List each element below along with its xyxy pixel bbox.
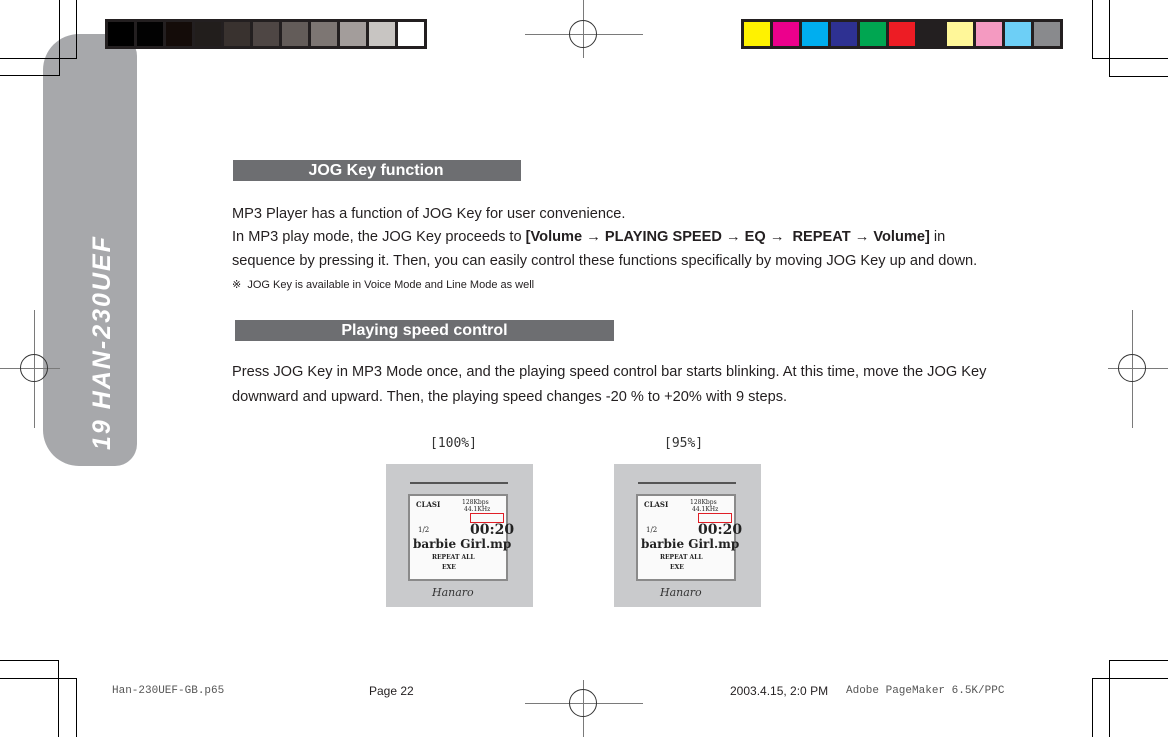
color-swatch-strip: [741, 19, 1063, 49]
brand-logo: Hanaro: [660, 586, 702, 599]
footer-application: Adobe PageMaker 6.5K/PPC: [846, 685, 1005, 697]
gray-swatch: [137, 22, 163, 46]
section-title: JOG Key function: [308, 162, 444, 179]
crop-mark: [76, 0, 77, 58]
device-header-strip: [638, 482, 736, 484]
gray-swatch: [108, 22, 134, 46]
color-swatch: [744, 22, 770, 46]
song-title: barbie Girl.mp: [641, 537, 740, 551]
crop-mark: [1109, 76, 1168, 77]
lcd-display: CLASI 128Kbps 44.1KHz 1/2 00:20 barbie G…: [636, 494, 742, 581]
sequence-item: Volume]: [873, 229, 930, 245]
footer-date: 2003.4.15, 2:0 PM: [730, 684, 829, 698]
gray-swatch: [166, 22, 192, 46]
lcd-display: CLASI 128Kbps 44.1KHz 1/2 00:20 barbie G…: [408, 494, 514, 581]
crop-mark: [59, 0, 60, 75]
track-label: 1/2: [418, 526, 430, 534]
mode-label: CLASI: [416, 500, 441, 509]
crop-mark: [0, 660, 59, 661]
page-number: 19: [88, 418, 116, 450]
gray-swatch: [253, 22, 279, 46]
eq-label: EXE: [670, 564, 684, 571]
arrow-icon: →: [769, 229, 785, 245]
speed-description-line: Press JOG Key in MP3 Mode once, and the …: [232, 364, 987, 380]
gray-swatch: [369, 22, 395, 46]
gray-swatch: [282, 22, 308, 46]
footer-page: Page 22: [369, 684, 414, 698]
footer-filename: Han-230UEF-GB.p65: [112, 685, 225, 697]
reference-mark-icon: ※: [232, 279, 242, 291]
song-title: barbie Girl.mp: [413, 537, 512, 551]
sequence-item: REPEAT: [792, 229, 851, 245]
jog-intro-line: MP3 Player has a function of JOG Key for…: [232, 206, 626, 222]
model-name: HAN-230UEF: [88, 235, 116, 410]
crop-mark: [58, 660, 59, 737]
crop-mark: [76, 678, 77, 737]
color-swatch: [802, 22, 828, 46]
side-tab-title: 19 HAN-230UEF: [88, 235, 117, 450]
speed-description-line: downward and upward. Then, the playing s…: [232, 389, 788, 405]
track-label: 1/2: [646, 526, 658, 534]
section-title: Playing speed control: [341, 322, 508, 339]
repeat-label: REPEAT ALL: [432, 554, 475, 561]
section-header-playing-speed: Playing speed control: [235, 320, 614, 341]
crop-mark: [1109, 660, 1110, 737]
crop-mark: [1092, 678, 1093, 737]
jog-description-line: sequence by pressing it. Then, you can e…: [232, 253, 978, 269]
jog-sequence-line: In MP3 play mode, the JOG Key proceeds t…: [232, 229, 946, 245]
grayscale-swatch-strip: [105, 19, 427, 49]
bitrate-label: 128Kbps: [462, 499, 489, 506]
section-header-jog-key: JOG Key function: [233, 160, 521, 181]
mode-label: CLASI: [644, 500, 669, 509]
crop-mark: [1092, 678, 1168, 679]
frequency-label: 44.1KHz: [464, 506, 491, 513]
time-label: 00:20: [698, 522, 743, 538]
gray-swatch: [398, 22, 424, 46]
jog-note: ※ JOG Key is available in Voice Mode and…: [232, 279, 535, 291]
color-swatch: [1005, 22, 1031, 46]
sequence-item: PLAYING SPEED: [604, 229, 722, 245]
gray-swatch: [340, 22, 366, 46]
player-screen-figure: CLASI 128Kbps 44.1KHz 1/2 00:20 barbie G…: [386, 464, 533, 607]
device-header-strip: [410, 482, 508, 484]
crop-mark: [0, 58, 77, 59]
frequency-label: 44.1KHz: [692, 506, 719, 513]
crop-mark: [0, 678, 77, 679]
color-swatch: [860, 22, 886, 46]
crop-mark: [1092, 58, 1168, 59]
repeat-label: REPEAT ALL: [660, 554, 703, 561]
sequence-item: EQ: [744, 229, 766, 245]
color-swatch: [889, 22, 915, 46]
color-swatch: [773, 22, 799, 46]
brand-logo: Hanaro: [432, 586, 474, 599]
arrow-icon: →: [726, 229, 741, 245]
figure-caption: [95%]: [664, 436, 704, 451]
player-screen-figure: CLASI 128Kbps 44.1KHz 1/2 00:20 barbie G…: [614, 464, 761, 607]
crop-mark: [0, 75, 60, 76]
arrow-icon: →: [586, 229, 601, 245]
bitrate-label: 128Kbps: [690, 499, 717, 506]
gray-swatch: [224, 22, 250, 46]
time-label: 00:20: [470, 522, 515, 538]
figure-caption: [100%]: [430, 436, 477, 451]
crop-mark: [1109, 660, 1168, 661]
sequence-item: [Volume: [525, 229, 583, 245]
gray-swatch: [311, 22, 337, 46]
crop-mark: [1109, 0, 1110, 76]
color-swatch: [947, 22, 973, 46]
color-swatch: [1034, 22, 1060, 46]
color-swatch: [918, 22, 944, 46]
color-swatch: [976, 22, 1002, 46]
color-swatch: [831, 22, 857, 46]
gray-swatch: [195, 22, 221, 46]
eq-label: EXE: [442, 564, 456, 571]
arrow-icon: →: [854, 229, 870, 245]
crop-mark: [1092, 0, 1093, 58]
